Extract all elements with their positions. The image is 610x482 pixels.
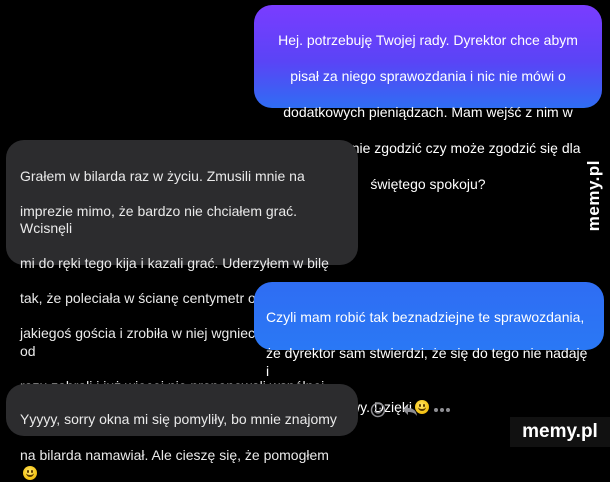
- message-line: Grałem w bilarda raz w życiu. Zmusili mn…: [20, 167, 305, 184]
- message-line: imprezie mimo, że bardzo nie chciałem gr…: [20, 202, 297, 237]
- message-incoming-1[interactable]: Grałem w bilarda raz w życiu. Zmusili mn…: [6, 140, 358, 411]
- message-line: pisał za niego sprawozdania i nic nie mó…: [290, 68, 566, 84]
- reply-arrow-icon[interactable]: [400, 400, 420, 420]
- message-line: dodatkowych pieniądzach. Mam wejść z nim…: [283, 104, 573, 120]
- message-outgoing-2[interactable]: Czyli mam robić tak beznadziejne te spra…: [254, 282, 604, 415]
- more-dots-icon[interactable]: [432, 400, 452, 420]
- smiley-outline-icon[interactable]: [368, 400, 388, 420]
- smiling-face-emoji: [23, 466, 37, 480]
- watermark-bottom: memy.pl: [510, 417, 610, 447]
- message-line: świętego spokoju?: [370, 176, 486, 192]
- message-line: Hej. potrzebuję Twojej rady. Dyrektor ch…: [278, 32, 578, 48]
- message-line: na bilarda namawiał. Ale cieszę się, że …: [20, 447, 329, 463]
- message-line: Czyli mam robić tak beznadziejne te spra…: [266, 309, 585, 325]
- watermark-side: memy.pl: [584, 160, 603, 232]
- chat-conversation: Hej. potrzebuję Twojej rady. Dyrektor ch…: [0, 0, 610, 480]
- message-outgoing-1[interactable]: Hej. potrzebuję Twojej rady. Dyrektor ch…: [254, 5, 602, 192]
- message-line: mi do ręki tego kija i kazali grać. Uder…: [20, 255, 329, 271]
- message-incoming-2[interactable]: Yyyyy, sorry okna mi się pomyliły, bo mn…: [6, 384, 358, 480]
- message-line: że dyrektor sam stwierdzi, że się do teg…: [266, 345, 588, 379]
- message-line: Yyyyy, sorry okna mi się pomyliły, bo mn…: [20, 411, 337, 427]
